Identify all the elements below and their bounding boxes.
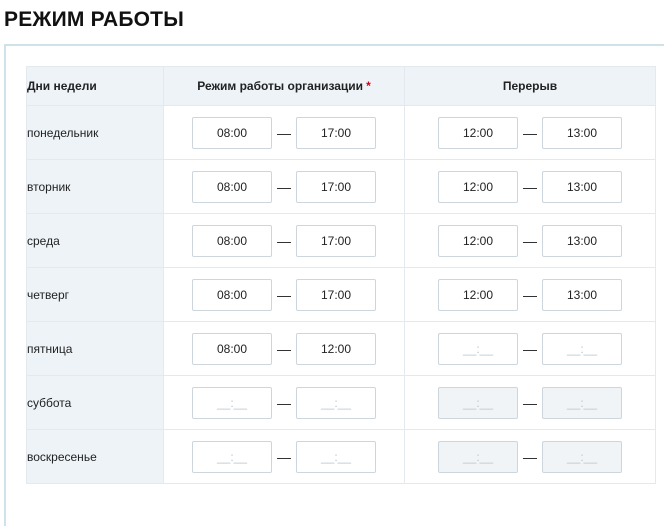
work-to-input[interactable]: 12:00 xyxy=(296,332,376,365)
break-from-input[interactable]: __:__ xyxy=(438,332,518,365)
range-dash: — xyxy=(277,124,291,141)
work-to-input[interactable]: __:__ xyxy=(296,440,376,473)
range-dash: — xyxy=(523,232,537,249)
day-label: воскресенье xyxy=(26,429,164,484)
page-title: РЕЖИМ РАБОТЫ xyxy=(4,8,184,31)
break-to-input[interactable]: __:__ xyxy=(542,332,622,365)
range-dash: — xyxy=(277,448,291,465)
work-to-input[interactable]: 17:00 xyxy=(296,278,376,311)
work-hours-range: 08:00 — 17:00 xyxy=(164,224,404,257)
break-range: 12:00 — 13:00 xyxy=(405,170,655,203)
break-range: __:__ — __:__ xyxy=(405,386,655,419)
break-to-input[interactable]: __:__ xyxy=(542,440,622,473)
day-label: понедельник xyxy=(26,105,164,160)
break-from-input[interactable]: 12:00 xyxy=(438,116,518,149)
work-from-input[interactable]: 08:00 xyxy=(192,170,272,203)
table-header-row: Дни недели Режим работы организации * Пер… xyxy=(26,66,656,106)
range-dash: — xyxy=(277,340,291,357)
table-row: понедельник 08:00 — 17:00 12:00 — 13:00 xyxy=(26,105,656,160)
work-to-input[interactable]: 17:00 xyxy=(296,170,376,203)
work-from-input[interactable]: 08:00 xyxy=(192,224,272,257)
work-to-input[interactable]: 17:00 xyxy=(296,116,376,149)
day-label: среда xyxy=(26,213,164,268)
work-hours-cell: 08:00 — 17:00 xyxy=(163,105,405,160)
break-range: __:__ — __:__ xyxy=(405,332,655,365)
break-to-input[interactable]: 13:00 xyxy=(542,278,622,311)
work-from-input[interactable]: 08:00 xyxy=(192,278,272,311)
break-from-input[interactable]: 12:00 xyxy=(438,224,518,257)
table-row: вторник 08:00 — 17:00 12:00 — 13:00 xyxy=(26,159,656,214)
break-from-input[interactable]: 12:00 xyxy=(438,278,518,311)
work-hours-cell: 08:00 — 17:00 xyxy=(163,267,405,322)
break-from-input[interactable]: __:__ xyxy=(438,386,518,419)
required-mark: * xyxy=(366,79,371,93)
header-break: Перерыв xyxy=(404,66,656,106)
range-dash: — xyxy=(277,394,291,411)
work-hours-cell: 08:00 — 12:00 xyxy=(163,321,405,376)
day-label: пятница xyxy=(26,321,164,376)
header-work-hours: Режим работы организации * xyxy=(163,66,405,106)
break-cell: 12:00 — 13:00 xyxy=(404,105,656,160)
range-dash: — xyxy=(277,232,291,249)
range-dash: — xyxy=(277,286,291,303)
range-dash: — xyxy=(523,340,537,357)
work-hours-cell: __:__ — __:__ xyxy=(163,375,405,430)
break-range: 12:00 — 13:00 xyxy=(405,278,655,311)
work-hours-range: 08:00 — 17:00 xyxy=(164,116,404,149)
work-hours-cell: 08:00 — 17:00 xyxy=(163,159,405,214)
header-days: Дни недели xyxy=(26,66,164,106)
day-label: суббота xyxy=(26,375,164,430)
range-dash: — xyxy=(523,448,537,465)
work-hours-range: 08:00 — 17:00 xyxy=(164,170,404,203)
break-cell: __:__ — __:__ xyxy=(404,375,656,430)
work-hours-cell: 08:00 — 17:00 xyxy=(163,213,405,268)
range-dash: — xyxy=(523,394,537,411)
work-from-input[interactable]: 08:00 xyxy=(192,332,272,365)
table-row: среда 08:00 — 17:00 12:00 — 13:00 xyxy=(26,213,656,268)
break-to-input[interactable]: 13:00 xyxy=(542,224,622,257)
break-range: 12:00 — 13:00 xyxy=(405,116,655,149)
header-work-label: Режим работы организации xyxy=(197,79,364,93)
break-range: 12:00 — 13:00 xyxy=(405,224,655,257)
break-cell: __:__ — __:__ xyxy=(404,429,656,484)
work-hours-range: 08:00 — 17:00 xyxy=(164,278,404,311)
work-from-input[interactable]: __:__ xyxy=(192,440,272,473)
break-to-input[interactable]: 13:00 xyxy=(542,116,622,149)
break-range: __:__ — __:__ xyxy=(405,440,655,473)
break-to-input[interactable]: __:__ xyxy=(542,386,622,419)
range-dash: — xyxy=(277,178,291,195)
table-row: воскресенье __:__ — __:__ __:__ — __:__ xyxy=(26,429,656,484)
range-dash: — xyxy=(523,286,537,303)
work-hours-range: 08:00 — 12:00 xyxy=(164,332,404,365)
break-from-input[interactable]: __:__ xyxy=(438,440,518,473)
break-cell: __:__ — __:__ xyxy=(404,321,656,376)
work-hours-range: __:__ — __:__ xyxy=(164,440,404,473)
break-to-input[interactable]: 13:00 xyxy=(542,170,622,203)
break-cell: 12:00 — 13:00 xyxy=(404,267,656,322)
work-hours-range: __:__ — __:__ xyxy=(164,386,404,419)
break-from-input[interactable]: 12:00 xyxy=(438,170,518,203)
work-from-input[interactable]: __:__ xyxy=(192,386,272,419)
day-label: четверг xyxy=(26,267,164,322)
table-row: четверг 08:00 — 17:00 12:00 — 13:00 xyxy=(26,267,656,322)
day-label: вторник xyxy=(26,159,164,214)
schedule-table: Дни недели Режим работы организации * Пер… xyxy=(26,66,656,484)
work-hours-cell: __:__ — __:__ xyxy=(163,429,405,484)
range-dash: — xyxy=(523,124,537,141)
range-dash: — xyxy=(523,178,537,195)
break-cell: 12:00 — 13:00 xyxy=(404,213,656,268)
table-row: пятница 08:00 — 12:00 __:__ — __:__ xyxy=(26,321,656,376)
work-to-input[interactable]: __:__ xyxy=(296,386,376,419)
break-cell: 12:00 — 13:00 xyxy=(404,159,656,214)
work-to-input[interactable]: 17:00 xyxy=(296,224,376,257)
work-from-input[interactable]: 08:00 xyxy=(192,116,272,149)
table-row: суббота __:__ — __:__ __:__ — __:__ xyxy=(26,375,656,430)
